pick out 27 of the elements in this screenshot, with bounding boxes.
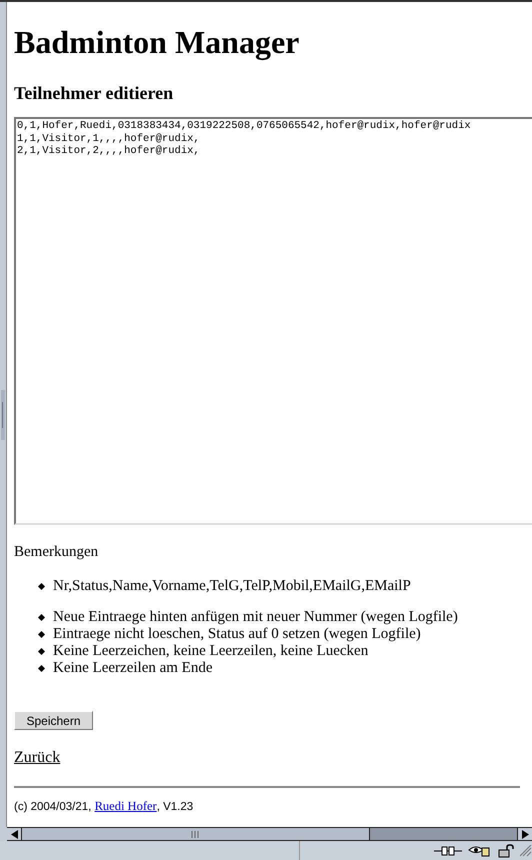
remark-text: Neue Eintraege hinten anfügen mit neuer Nummer (wegen Logfile) [53, 608, 458, 626]
section-title: Teilnehmer editieren [14, 82, 174, 105]
remark-text: Nr,Status,Name,Vorname,TelG,TelP,Mobil,EMailG,EMailP [53, 578, 411, 594]
unlocked-padlock-icon[interactable] [498, 844, 514, 858]
thumb-grip-icon[interactable] [191, 830, 200, 838]
remark-text: Keine Leerzeilen am Ende [53, 660, 212, 676]
bullet-icon [38, 630, 45, 638]
eye-icon[interactable] [468, 844, 490, 856]
bullet-icon [38, 648, 45, 654]
remarks-heading: Bemerkungen [14, 543, 100, 562]
bullet-icon [38, 664, 45, 672]
remark-text: Eintraege nicht loeschen, Status auf 0 setzen (wegen Logfile) [53, 626, 421, 642]
grip-icon[interactable] [1, 390, 5, 440]
right-arrow-icon[interactable] [522, 830, 528, 838]
footer-text: (c) 2004/03/21, Ruedi Hofer, V1.23 [14, 798, 194, 814]
bullet-icon [38, 614, 45, 620]
connection-icon[interactable] [434, 846, 462, 856]
save-button[interactable]: Speichern [14, 710, 93, 730]
bullet-icon [38, 582, 45, 590]
remark-text: Keine Leerzeichen, keine Leerzeilen, keine Luecken [53, 642, 368, 660]
page-title: Badminton Manager [14, 26, 300, 58]
horizontal-scrollbar[interactable] [7, 827, 532, 841]
author-link[interactable]: Ruedi Hofer [94, 798, 157, 812]
data-text-area[interactable]: 0,1,Hofer,Ruedi,0318383434,0319222508,0765065542,hofer@rudix,hofer@rudix 1,1,Visitor,1,,,,hofer@rudix, 2,1,Visitor,2,,,,hofer@rudix, [14, 117, 532, 525]
resize-grip-icon[interactable] [520, 844, 532, 856]
back-link[interactable]: Zurück [14, 746, 60, 770]
left-arrow-icon[interactable] [10, 830, 18, 838]
